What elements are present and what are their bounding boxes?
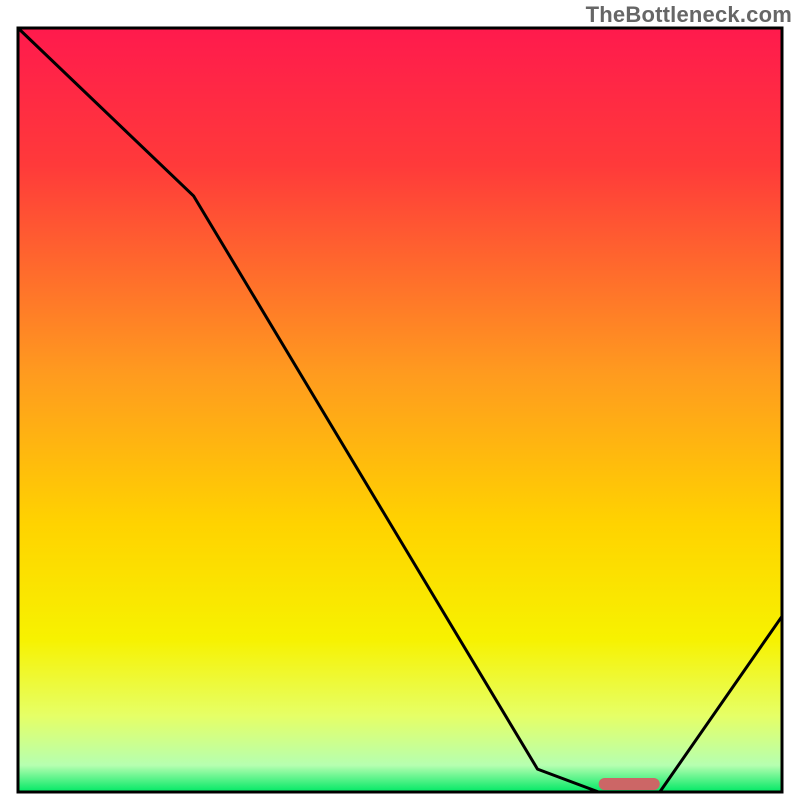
plot-area [18,28,782,792]
gradient-background [18,28,782,792]
watermark-text: TheBottleneck.com [586,2,792,28]
optimal-region-marker [599,778,660,790]
chart-svg [0,0,800,800]
chart-container: TheBottleneck.com [0,0,800,800]
